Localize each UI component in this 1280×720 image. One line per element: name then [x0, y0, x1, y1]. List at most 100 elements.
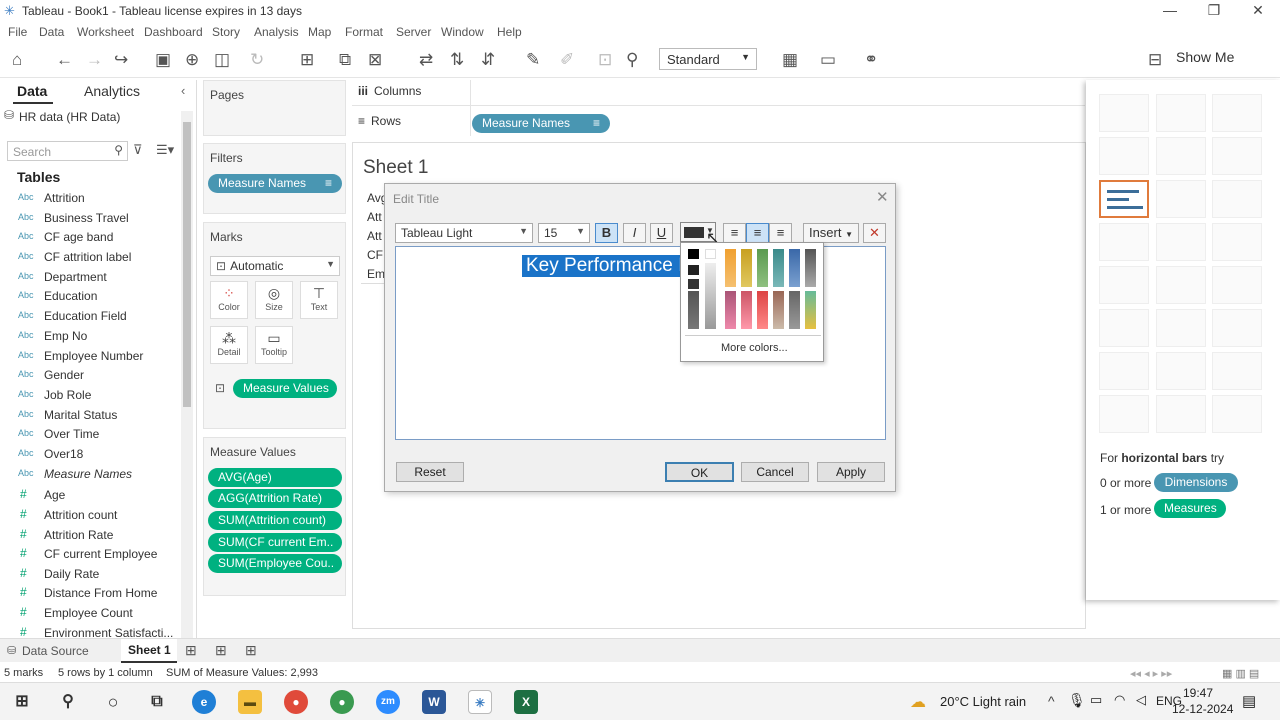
- zoom-icon[interactable]: zm: [376, 690, 400, 714]
- tooltip-button[interactable]: ▭ Tooltip: [255, 326, 293, 364]
- chart-type-highlight-table[interactable]: [1212, 94, 1262, 132]
- italic-button[interactable]: I: [623, 223, 646, 243]
- columns-shelf[interactable]: iii Columns: [352, 80, 1085, 106]
- chrome-icon[interactable]: ●: [284, 690, 308, 714]
- color-swatch[interactable]: [688, 265, 699, 275]
- field-item[interactable]: Abc Over Time: [0, 425, 180, 444]
- pin-icon[interactable]: ⚲: [626, 51, 638, 69]
- menu-server[interactable]: Server: [396, 25, 431, 39]
- text-button[interactable]: ⊤ Text: [300, 281, 338, 319]
- group-icon[interactable]: ✐: [560, 51, 574, 69]
- close-icon[interactable]: ✕: [876, 188, 889, 206]
- field-item[interactable]: Abc Emp No: [0, 327, 180, 346]
- field-item[interactable]: Abc CF age band: [0, 228, 180, 247]
- labels-icon[interactable]: ⊡: [598, 51, 612, 69]
- measure-item[interactable]: # Environment Satisfacti...: [0, 624, 180, 638]
- chart-type-text-table[interactable]: [1099, 94, 1149, 132]
- row-header[interactable]: Em: [367, 267, 385, 281]
- color-swatch[interactable]: [741, 291, 752, 329]
- chart-type-dual-lines[interactable]: [1212, 266, 1262, 304]
- row-header[interactable]: Att: [367, 210, 382, 224]
- tab-analytics[interactable]: Analytics: [84, 83, 140, 99]
- ok-button[interactable]: OK: [665, 462, 734, 482]
- show-me-button[interactable]: Show Me: [1176, 49, 1234, 65]
- color-swatch[interactable]: [705, 249, 716, 259]
- field-item-measure-names[interactable]: Abc Measure Names: [0, 465, 180, 484]
- detail-button[interactable]: ⁂ Detail: [210, 326, 248, 364]
- chart-type-gantt[interactable]: [1099, 395, 1149, 433]
- chart-type-scatter-plot[interactable]: [1099, 352, 1149, 390]
- measure-value-pill[interactable]: AVG(Age): [208, 468, 342, 487]
- field-item[interactable]: Abc Over18: [0, 445, 180, 464]
- redo-icon[interactable]: →: [86, 51, 103, 69]
- pages-card[interactable]: Pages: [203, 80, 346, 136]
- filter-pill[interactable]: Measure Names ≡: [208, 174, 342, 193]
- mark-type-select[interactable]: ⊡ Automatic ▼: [210, 256, 340, 276]
- chart-type-stacked-bars[interactable]: [1156, 180, 1206, 218]
- tab-sheet1[interactable]: Sheet 1: [121, 639, 177, 663]
- show-me-icon[interactable]: ⊟: [1148, 51, 1162, 69]
- chart-type-packed-bubbles[interactable]: [1212, 395, 1262, 433]
- measure-item[interactable]: # Daily Rate: [0, 565, 180, 584]
- rows-pill[interactable]: Measure Names ≡: [472, 114, 610, 133]
- save-icon[interactable]: ▣: [155, 51, 171, 69]
- color-swatch[interactable]: [688, 249, 699, 259]
- minimize-button[interactable]: —: [1148, 0, 1192, 22]
- sort-ascending-icon[interactable]: ⇅: [450, 51, 464, 69]
- clock-date[interactable]: 12-12-2024: [1172, 702, 1233, 716]
- field-item[interactable]: Abc Attrition: [0, 189, 180, 208]
- underline-button[interactable]: U: [650, 223, 673, 243]
- word-icon[interactable]: W: [422, 690, 446, 714]
- measure-item[interactable]: # Age: [0, 486, 180, 505]
- color-swatch[interactable]: [805, 249, 816, 287]
- color-swatch[interactable]: [757, 249, 768, 287]
- chart-type-treemap[interactable]: [1099, 223, 1149, 261]
- undo-icon[interactable]: ←: [56, 51, 73, 69]
- cards-icon[interactable]: ▦: [782, 51, 798, 69]
- filter-icon[interactable]: ⊽: [133, 142, 143, 158]
- color-swatch[interactable]: [688, 279, 699, 289]
- tab-data-source[interactable]: Data Source: [22, 644, 89, 658]
- battery-icon[interactable]: ▭: [1090, 692, 1102, 708]
- menu-worksheet[interactable]: Worksheet: [77, 25, 134, 39]
- align-center-button[interactable]: ≡: [746, 223, 769, 243]
- refresh-icon[interactable]: ↻: [250, 51, 264, 69]
- wifi-icon[interactable]: ◠: [1114, 692, 1125, 708]
- tab-data[interactable]: Data: [12, 83, 54, 104]
- search-icon[interactable]: ⚲: [56, 690, 80, 714]
- field-item[interactable]: Abc Department: [0, 268, 180, 287]
- font-size-select[interactable]: 15 ▼: [538, 223, 590, 243]
- chart-type-discrete-lines[interactable]: [1156, 266, 1206, 304]
- menu-story[interactable]: Story: [212, 25, 240, 39]
- highlight-icon[interactable]: ✎: [526, 51, 540, 69]
- new-dashboard-icon[interactable]: ⊞: [215, 642, 227, 659]
- chart-type-filled-map[interactable]: [1156, 137, 1206, 175]
- menu-window[interactable]: Window: [441, 25, 484, 39]
- color-swatch[interactable]: [805, 291, 816, 329]
- microphone-icon[interactable]: 🎙: [1068, 692, 1086, 709]
- edge-icon[interactable]: e: [192, 690, 216, 714]
- sheet-title[interactable]: Sheet 1: [363, 157, 429, 179]
- color-swatch[interactable]: [725, 291, 736, 329]
- field-item[interactable]: Abc CF attrition label: [0, 248, 180, 267]
- measure-values-pill[interactable]: Measure Values: [233, 379, 337, 398]
- color-swatch[interactable]: [773, 291, 784, 329]
- align-right-button[interactable]: ≡: [769, 223, 792, 243]
- row-header[interactable]: Att: [367, 229, 382, 243]
- chart-type-area-discrete[interactable]: [1156, 309, 1206, 347]
- presentation-icon[interactable]: ▭: [820, 51, 836, 69]
- chart-type-box-whisker[interactable]: [1212, 352, 1262, 390]
- measure-value-pill[interactable]: SUM(Attrition count): [208, 511, 342, 530]
- menu-format[interactable]: Format: [345, 25, 383, 39]
- cortana-icon[interactable]: ○: [101, 690, 125, 714]
- chrome-profile-icon[interactable]: ●: [330, 690, 354, 714]
- chart-type-side-by-side-bars[interactable]: [1212, 180, 1262, 218]
- measure-item[interactable]: # Attrition Rate: [0, 526, 180, 545]
- weather-text[interactable]: 20°C Light rain: [940, 694, 1026, 709]
- measure-item[interactable]: # Distance From Home: [0, 584, 180, 603]
- size-button[interactable]: ◎ Size: [255, 281, 293, 319]
- scrollbar-thumb[interactable]: [183, 122, 191, 407]
- file-explorer-icon[interactable]: ▬: [238, 690, 262, 714]
- duplicate-icon[interactable]: ⧉: [339, 51, 351, 69]
- measure-item[interactable]: # Attrition count: [0, 506, 180, 525]
